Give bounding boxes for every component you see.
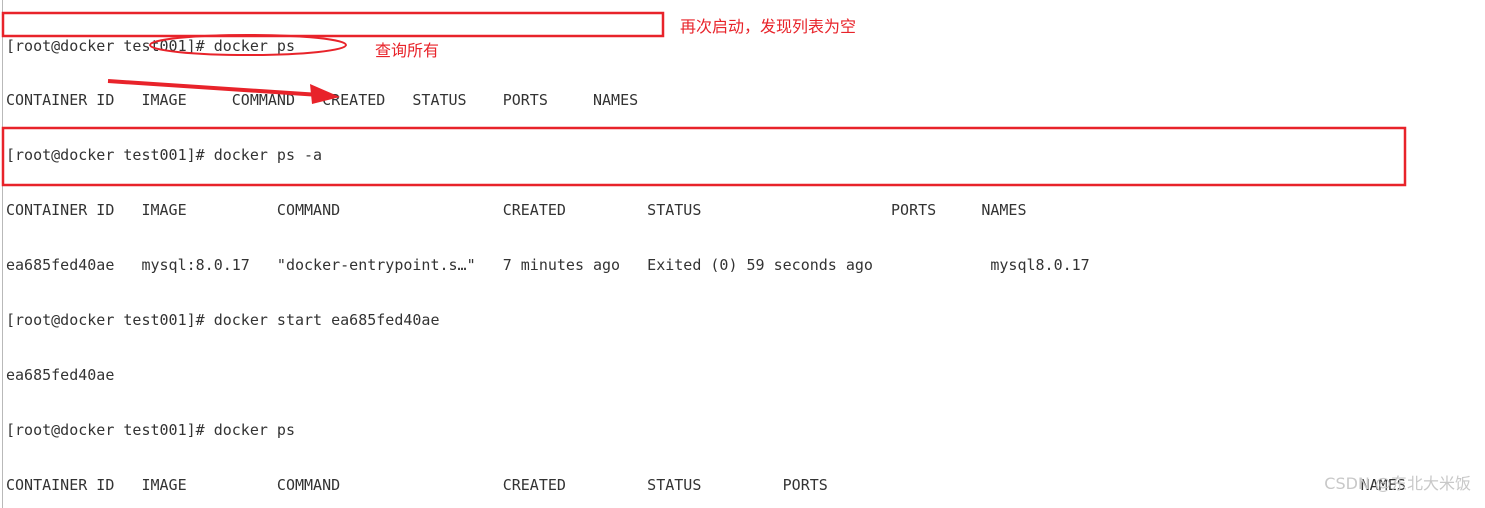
terminal-screenshot: [root@docker test001]# docker ps CONTAIN… (0, 0, 1485, 508)
terminal-line-4: CONTAINER ID IMAGE COMMAND CREATED STATU… (6, 201, 1027, 220)
annotation-query-all-label: 查询所有 (375, 41, 440, 60)
terminal-line-2: CONTAINER ID IMAGE COMMAND CREATED STATU… (6, 91, 639, 110)
window-left-border (2, 0, 3, 508)
terminal-line-7: ea685fed40ae (6, 365, 115, 384)
terminal-line-5: ea685fed40ae mysql:8.0.17 "docker-entryp… (6, 256, 1090, 275)
terminal-line-8: [root@docker test001]# docker ps (6, 420, 295, 439)
terminal-line-3: [root@docker test001]# docker ps -a (6, 146, 323, 165)
csdn-watermark: CSDN @东北大米饭 (1324, 474, 1471, 493)
terminal-line-6: [root@docker test001]# docker start ea68… (6, 311, 440, 330)
terminal-line-1: [root@docker test001]# docker ps (6, 36, 295, 55)
terminal-output[interactable]: [root@docker test001]# docker ps CONTAIN… (6, 0, 1476, 508)
terminal-line-9: CONTAINER ID IMAGE COMMAND CREATED STATU… (6, 475, 1406, 494)
annotation-empty-list-label: 再次启动，发现列表为空 (680, 17, 857, 36)
